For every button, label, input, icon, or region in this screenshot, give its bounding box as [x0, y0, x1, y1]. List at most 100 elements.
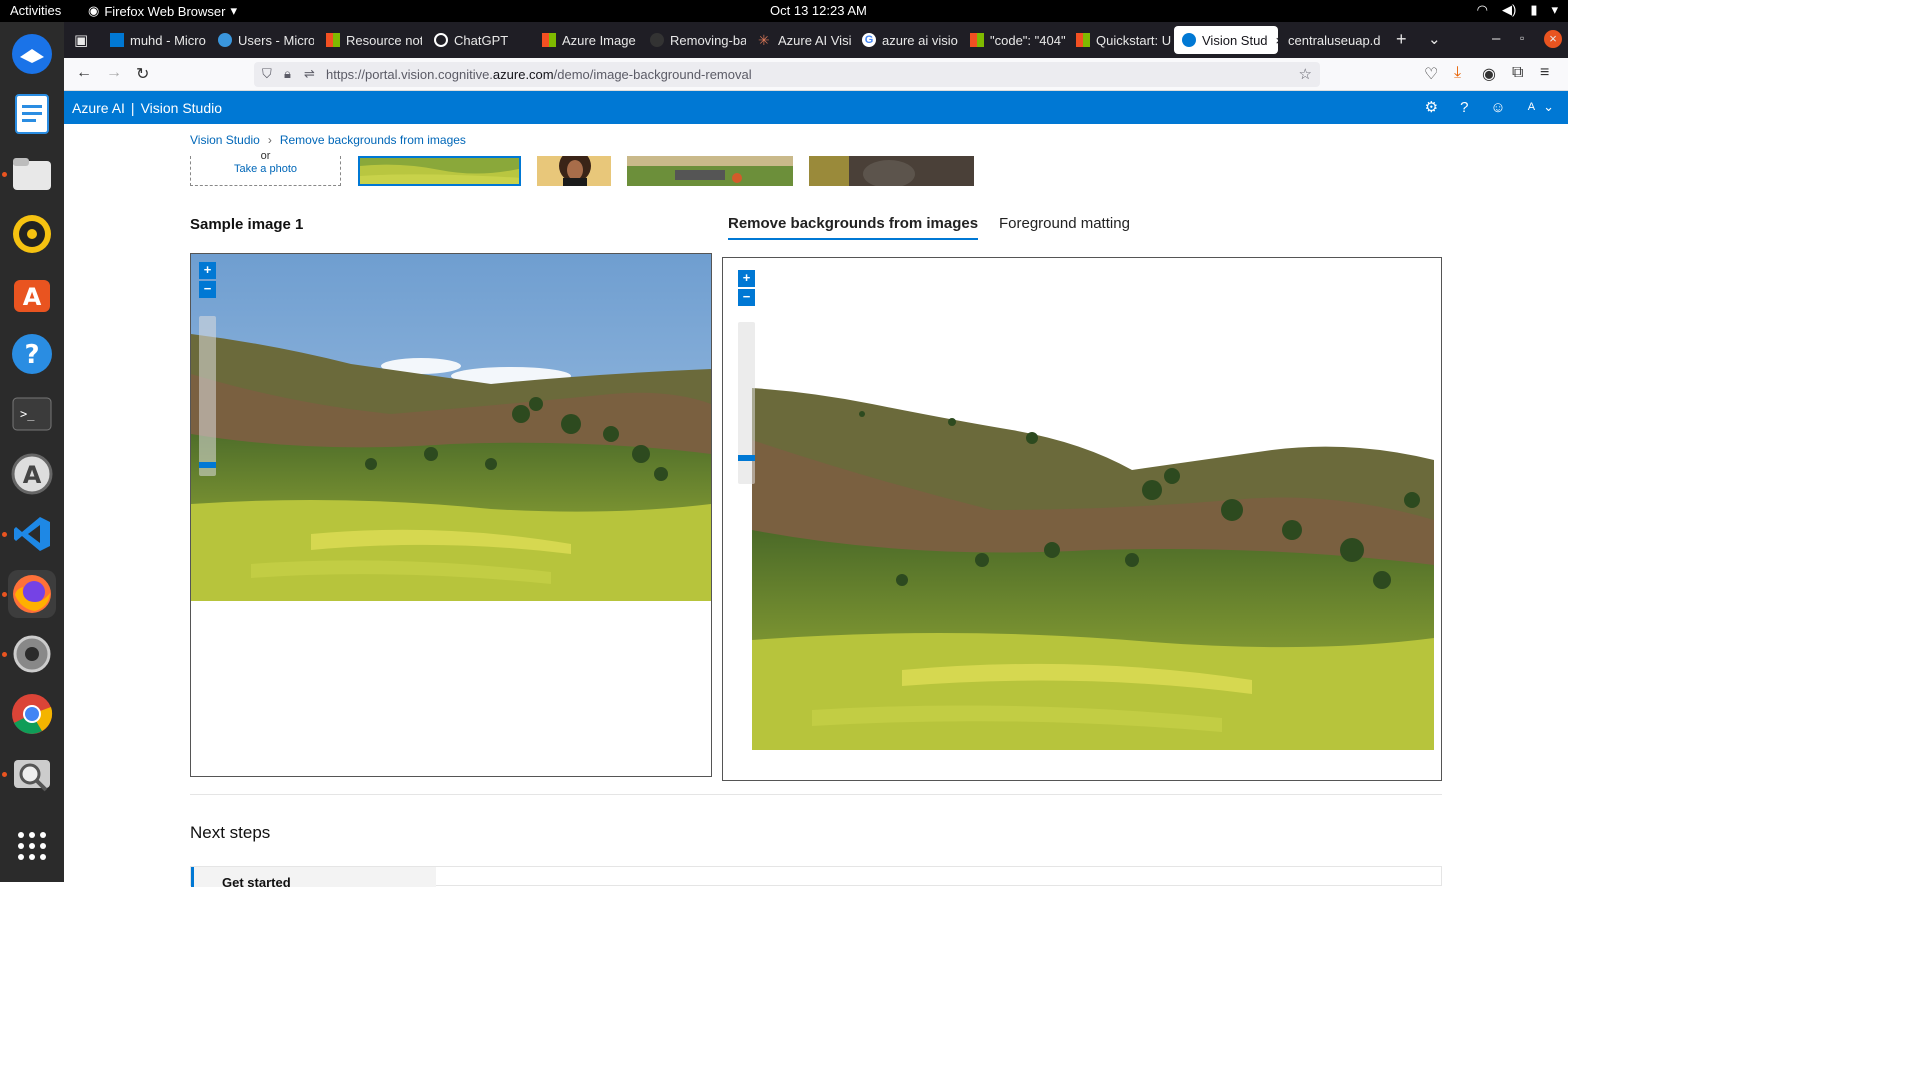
list-tabs-icon[interactable]: ⌄: [1428, 30, 1441, 48]
section-divider: [190, 794, 1442, 795]
breadcrumb-separator: ›: [267, 133, 272, 147]
zoom-slider-thumb[interactable]: [199, 462, 216, 469]
tab-favicon-icon: [1076, 33, 1090, 47]
permissions-icon[interactable]: ⇌: [304, 66, 315, 82]
back-icon[interactable]: ←: [76, 64, 92, 82]
running-indicator: [2, 772, 7, 777]
settings-icon[interactable]: [8, 630, 56, 678]
original-landscape-image: [191, 254, 711, 601]
svg-text:>_: >_: [20, 407, 35, 421]
zoom-in-button[interactable]: +: [738, 270, 755, 287]
account-menu[interactable]: A ⌄: [1528, 99, 1554, 115]
brand-separator: |: [130, 100, 135, 116]
help-question-icon[interactable]: ?: [1460, 99, 1468, 116]
close-window-icon[interactable]: ×: [1544, 30, 1562, 48]
vscode-icon[interactable]: [8, 510, 56, 558]
libreoffice-writer-icon[interactable]: [8, 90, 56, 138]
original-image-viewer[interactable]: + −: [190, 253, 712, 777]
zoom-slider-thumb[interactable]: [738, 454, 755, 461]
breadcrumb-home[interactable]: Vision Studio: [190, 133, 260, 147]
reload-icon[interactable]: ↻: [136, 64, 149, 84]
sample-thumbnail-2[interactable]: [537, 156, 611, 186]
extensions-icon[interactable]: ⧉: [1512, 64, 1523, 82]
settings-gear-icon[interactable]: ⚙: [1425, 98, 1438, 116]
browser-tab[interactable]: "code": "404": [962, 26, 1066, 54]
dock: A ? >_ A: [0, 22, 64, 882]
zoom-in-button[interactable]: +: [199, 262, 216, 279]
feedback-smiley-icon[interactable]: ☺: [1490, 99, 1505, 116]
avatar: A: [1527, 101, 1536, 113]
product-name[interactable]: Vision Studio: [141, 100, 222, 116]
browser-tab[interactable]: Azure Image: [534, 26, 638, 54]
new-tab-icon[interactable]: +: [1396, 29, 1407, 50]
zoom-out-button[interactable]: −: [738, 289, 755, 306]
chevron-down-icon: ▾: [230, 3, 238, 18]
restore-icon[interactable]: ▫: [1520, 31, 1524, 45]
breadcrumb-current[interactable]: Remove backgrounds from images: [280, 133, 466, 147]
browser-tab[interactable]: centraluseuap.d: [1280, 26, 1390, 54]
browser-tab[interactable]: Users - Micro: [210, 26, 314, 54]
browser-tab[interactable]: Quickstart: U: [1068, 26, 1172, 54]
svg-text:?: ?: [24, 340, 39, 370]
result-image-viewer[interactable]: + −: [722, 257, 1442, 781]
next-steps-heading: Next steps: [190, 823, 271, 842]
sample-thumbnail-1[interactable]: [358, 156, 521, 186]
bookmark-star-icon[interactable]: ☆: [1299, 65, 1312, 83]
running-indicator: [2, 652, 7, 657]
rhythmbox-icon[interactable]: [8, 210, 56, 258]
tab-remove-backgrounds[interactable]: Remove backgrounds from images: [728, 215, 979, 240]
tab-foreground-matting[interactable]: Foreground matting: [999, 215, 1130, 232]
show-apps-icon[interactable]: [8, 822, 56, 870]
files-icon[interactable]: [8, 150, 56, 198]
battery-icon: ▮: [1530, 2, 1538, 17]
chrome-icon[interactable]: [8, 690, 56, 738]
tab-favicon-icon: [218, 33, 232, 47]
take-photo-box[interactable]: or Take a photo: [190, 150, 341, 186]
running-indicator: [2, 592, 7, 597]
account-icon[interactable]: ◉: [1482, 64, 1496, 84]
url-bar[interactable]: ⛉ 🔒︎ ⇌ https://portal.vision.cognitive.a…: [254, 62, 1320, 87]
take-photo-link[interactable]: Take a photo: [191, 163, 340, 175]
browser-tab[interactable]: ✳ Azure AI Visi: [750, 26, 854, 54]
shield-icon[interactable]: ⛉: [262, 66, 272, 82]
tab-overview-icon[interactable]: ▣: [74, 31, 88, 49]
tab-favicon-icon: [434, 33, 448, 47]
menu-icon[interactable]: ≡: [1540, 64, 1549, 82]
browser-tab-bar: ▣ muhd - Micro Users - Micro Resource no…: [64, 22, 1568, 58]
app-center-icon[interactable]: A: [8, 270, 56, 318]
activities-button[interactable]: Activities: [10, 3, 61, 18]
screenshot-icon[interactable]: [8, 750, 56, 798]
system-tray[interactable]: ◠ ◀) ▮ ▾: [1477, 2, 1558, 18]
brand-name[interactable]: Azure AI: [72, 100, 125, 116]
tab-favicon-icon: G: [862, 33, 876, 47]
url-text: https://portal.vision.cognitive.azure.co…: [326, 67, 752, 82]
browser-tab[interactable]: Removing-ba: [642, 26, 746, 54]
sample-thumbnail-4[interactable]: [809, 156, 974, 186]
software-updater-icon[interactable]: A: [8, 450, 56, 498]
running-indicator: [2, 172, 7, 177]
next-steps-item[interactable]: Get started: [191, 867, 436, 890]
help-icon[interactable]: ?: [8, 330, 56, 378]
forward-icon[interactable]: →: [106, 64, 122, 82]
sample-image-title: Sample image 1: [190, 216, 304, 233]
running-indicator: [2, 532, 7, 537]
browser-tab[interactable]: Resource not: [318, 26, 422, 54]
app-menu[interactable]: ◉ Firefox Web Browser ▾: [88, 3, 237, 19]
terminal-icon[interactable]: >_: [8, 390, 56, 438]
browser-tab[interactable]: Gazure ai visio: [854, 26, 958, 54]
clock[interactable]: Oct 13 12:23 AM: [770, 3, 867, 18]
zoom-slider[interactable]: [199, 316, 216, 476]
minimize-icon[interactable]: –: [1492, 30, 1500, 47]
pocket-icon[interactable]: ♡: [1424, 64, 1438, 84]
zoom-out-button[interactable]: −: [199, 281, 216, 298]
close-tab-icon[interactable]: ×: [1276, 33, 1278, 48]
thunderbird-icon[interactable]: [8, 30, 56, 78]
browser-tab[interactable]: muhd - Micro: [102, 26, 206, 54]
sample-thumbnail-3[interactable]: [627, 156, 793, 186]
or-text: or: [260, 150, 271, 162]
browser-tab-active[interactable]: Vision Stud×: [1174, 26, 1278, 54]
firefox-icon[interactable]: [8, 570, 56, 618]
lock-icon[interactable]: 🔒︎: [284, 66, 291, 82]
downloads-icon[interactable]: ⤓: [1454, 64, 1461, 82]
browser-tab[interactable]: ChatGPT: [426, 26, 530, 54]
